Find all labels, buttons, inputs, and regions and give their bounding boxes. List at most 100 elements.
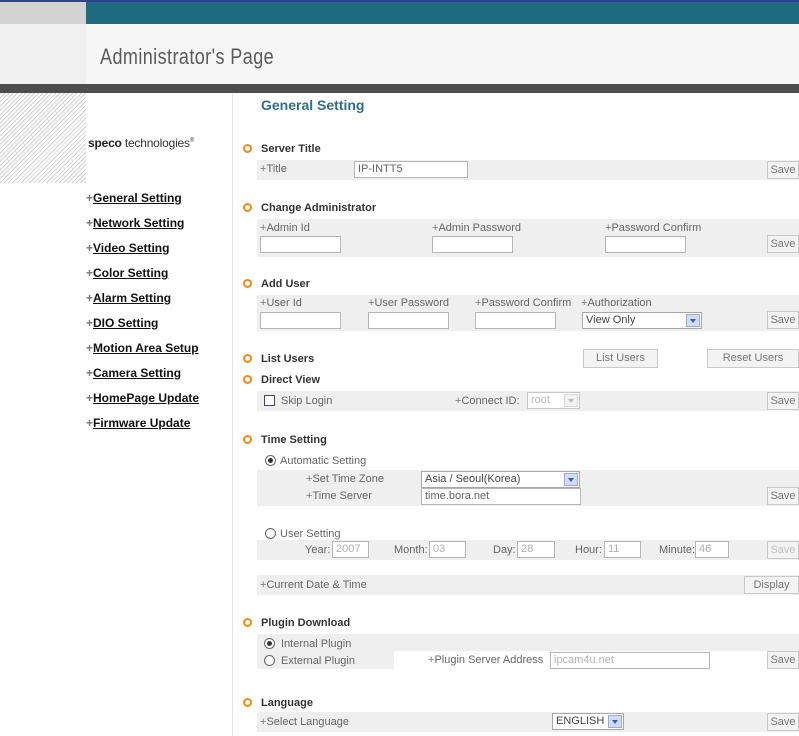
authorization-label: +Authorization	[581, 297, 652, 309]
row-direct-view: Skip Login +Connect ID: root Save	[257, 391, 799, 411]
year-input[interactable]: 2007	[332, 541, 369, 558]
time-zone-select[interactable]: Asia / Seoul(Korea)	[421, 471, 580, 488]
external-plugin-radio[interactable]	[264, 655, 275, 666]
section-plugin-download: Plugin Download	[243, 617, 350, 629]
bullet-icon	[243, 354, 252, 363]
page-title: General Setting	[261, 97, 365, 113]
sidebar-divider	[232, 93, 233, 736]
plugin-server-address-input[interactable]: ipcam4u.net	[550, 652, 710, 669]
row-plugin: Internal Plugin External Plugin +Plugin …	[257, 634, 799, 669]
save-direct-view-button[interactable]: Save	[767, 392, 799, 410]
admin-password-label: +Admin Password	[432, 222, 521, 234]
user-setting-radio[interactable]	[265, 528, 276, 539]
header-left-panel	[0, 24, 86, 84]
skip-login-label: Skip Login	[281, 395, 333, 407]
row-time-auto: +Set Time Zone +Time Server Asia / Seoul…	[257, 470, 799, 506]
save-server-title-button[interactable]: Save	[767, 161, 799, 179]
section-direct-view: Direct View	[243, 374, 320, 386]
section-list-users: List Users	[243, 353, 314, 365]
nav-video-setting[interactable]: +Video Setting	[86, 241, 169, 255]
bullet-icon	[243, 698, 252, 707]
skip-login-checkbox[interactable]	[264, 395, 275, 406]
save-time-user-button[interactable]: Save	[767, 541, 799, 559]
user-password-input[interactable]	[368, 312, 449, 329]
authorization-select[interactable]: View Only	[582, 312, 702, 329]
nav-color-setting[interactable]: +Color Setting	[86, 266, 168, 280]
language-select[interactable]: ENGLISH	[552, 713, 624, 730]
bullet-icon	[243, 375, 252, 384]
automatic-setting-radio[interactable]	[265, 455, 276, 466]
save-language-button[interactable]: Save	[767, 713, 799, 731]
internal-plugin-label: Internal Plugin	[281, 638, 352, 650]
title-label: +Title	[260, 163, 287, 175]
bullet-icon	[243, 279, 252, 288]
month-label: Month:	[394, 544, 428, 556]
section-add-user: Add User	[243, 278, 310, 290]
header-divider	[0, 84, 799, 93]
bullet-icon	[243, 435, 252, 444]
minute-label: Minute:	[659, 544, 696, 556]
nav-camera-setting[interactable]: +Camera Setting	[86, 366, 181, 380]
bullet-icon	[243, 144, 252, 153]
month-input[interactable]: 03	[429, 541, 466, 558]
title-input[interactable]: IP-INTT5	[354, 161, 468, 178]
save-plugin-button[interactable]: Save	[767, 651, 799, 669]
nav-homepage-update[interactable]: +HomePage Update	[86, 391, 199, 405]
section-language: Language	[243, 697, 313, 709]
nav-dio-setting[interactable]: +DIO Setting	[86, 316, 158, 330]
section-server-title: Server Title	[243, 143, 321, 155]
save-user-button[interactable]: Save	[767, 311, 799, 329]
user-setting-label: User Setting	[280, 528, 341, 540]
user-password-confirm-label: +Password Confirm	[475, 297, 572, 309]
section-change-admin: Change Administrator	[243, 202, 376, 214]
save-admin-button[interactable]: Save	[767, 235, 799, 253]
user-password-confirm-input[interactable]	[475, 312, 556, 329]
select-language-label: +Select Language	[260, 716, 350, 728]
reset-users-button[interactable]: Reset Users	[707, 349, 799, 368]
current-date-time-label: +Current Date & Time	[260, 579, 367, 591]
nav-alarm-setting[interactable]: +Alarm Setting	[86, 291, 171, 305]
day-label: Day:	[493, 544, 516, 556]
row-server-title: +Title IP-INTT5 Save	[257, 160, 799, 180]
connect-id-label: +Connect ID:	[455, 395, 520, 407]
save-time-auto-button[interactable]: Save	[767, 487, 799, 505]
nav-firmware-update[interactable]: +Firmware Update	[86, 416, 190, 430]
row-change-admin: +Admin Id +Admin Password +Password Conf…	[257, 219, 799, 257]
admin-id-label: +Admin Id	[260, 222, 310, 234]
bullet-icon	[243, 203, 252, 212]
admin-password-input[interactable]	[432, 236, 513, 253]
display-button[interactable]: Display	[744, 576, 799, 594]
year-label: Year:	[305, 544, 331, 556]
nav-motion-area-setup[interactable]: +Motion Area Setup	[86, 341, 199, 355]
password-confirm-label: +Password Confirm	[605, 222, 702, 234]
connect-id-select[interactable]: root	[527, 392, 580, 409]
top-bar	[86, 2, 799, 24]
time-zone-label: +Set Time Zone	[306, 473, 384, 485]
section-time-setting: Time Setting	[243, 434, 327, 446]
external-plugin-label: External Plugin	[281, 655, 355, 667]
user-id-label: +User Id	[260, 297, 302, 309]
internal-plugin-radio[interactable]	[264, 638, 275, 649]
admin-page-title: Administrator's Page	[100, 44, 275, 69]
chevron-down-icon	[686, 314, 700, 327]
admin-id-input[interactable]	[260, 236, 341, 253]
row-language: +Select Language ENGLISH Save	[257, 712, 799, 732]
nav-general-setting[interactable]: +General Setting	[86, 191, 182, 205]
row-current-time: +Current Date & Time Display	[257, 575, 799, 595]
user-password-label: +User Password	[368, 297, 450, 309]
plugin-server-address-label: +Plugin Server Address	[428, 654, 544, 666]
nav-network-setting[interactable]: +Network Setting	[86, 216, 184, 230]
bullet-icon	[243, 618, 252, 627]
list-users-button[interactable]: List Users	[583, 349, 658, 368]
hour-label: Hour:	[575, 544, 602, 556]
minute-input[interactable]: 46	[695, 541, 729, 558]
user-id-input[interactable]	[260, 312, 341, 329]
day-input[interactable]: 28	[517, 541, 555, 558]
chevron-down-icon	[564, 394, 578, 407]
admin-password-confirm-input[interactable]	[605, 236, 686, 253]
hour-input[interactable]: 11	[604, 541, 641, 558]
chevron-down-icon	[608, 715, 622, 728]
time-server-input[interactable]: time.bora.net	[421, 488, 581, 505]
row-time-user: Year: 2007 Month: 03 Day: 28 Hour: 11 Mi…	[257, 540, 799, 560]
time-server-label: +Time Server	[306, 490, 372, 502]
